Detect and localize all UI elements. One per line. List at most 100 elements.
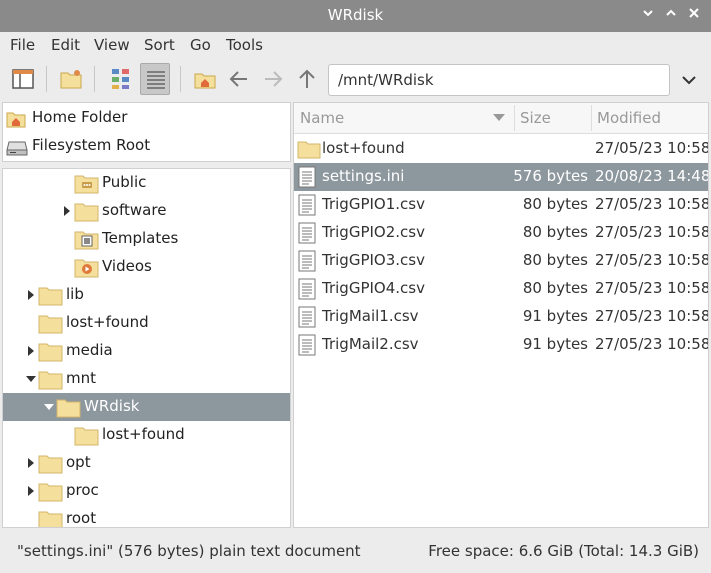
expander-collapsed-icon[interactable] [61,205,73,217]
tree-item[interactable]: Templates [3,225,290,253]
file-size: 80 bytes [522,223,588,241]
tree-item[interactable]: proc [3,477,290,505]
menu-tools[interactable]: Tools [226,36,263,54]
expander-collapsed-icon[interactable] [25,289,37,301]
expander-collapsed-icon[interactable] [25,345,37,357]
file-modified: 27/05/23 10:58 [595,195,709,213]
menu-file[interactable]: File [10,36,35,54]
tree-item[interactable]: lost+found [3,309,290,337]
home-icon [6,112,26,128]
column-modified-header[interactable]: Modified [597,109,661,127]
forward-button[interactable] [258,63,288,95]
icon-view-icon [112,69,129,89]
folder-icon [38,371,63,390]
place-filesystem-root[interactable]: Filesystem Root [3,132,290,160]
toolbar-separator [94,66,95,92]
file-modified: 27/05/23 10:58 [595,279,709,297]
up-button[interactable] [292,63,322,95]
file-row[interactable]: TrigGPIO4.csv 80 bytes 27/05/23 10:58 [294,275,708,303]
expander-expanded-icon[interactable] [25,373,37,385]
new-tab-button[interactable] [56,63,86,95]
arrow-up-icon [299,69,315,88]
tree-item[interactable]: root [3,505,290,527]
file-modified: 27/05/23 10:58 [595,335,709,353]
place-home-folder[interactable]: Home Folder [3,104,290,132]
folder-icon [38,483,63,502]
close-button[interactable] [683,4,705,26]
tree-item-label: Templates [102,229,179,247]
file-modified: 27/05/23 10:58 [595,223,709,241]
arrow-right-icon [265,71,283,87]
text-file-icon [298,334,316,356]
tree-item[interactable]: mnt [3,365,290,393]
folder-icon [38,511,63,527]
menu-edit[interactable]: Edit [51,36,80,54]
tree-item[interactable]: Videos [3,253,290,281]
file-row[interactable]: TrigGPIO2.csv 80 bytes 27/05/23 10:58 [294,219,708,247]
file-name: lost+found [322,139,405,157]
minimize-button[interactable] [637,4,659,26]
file-row[interactable]: TrigGPIO3.csv 80 bytes 27/05/23 10:58 [294,247,708,275]
path-history-button[interactable] [678,66,700,94]
file-size: 80 bytes [522,195,588,213]
list-view-icon [147,71,165,89]
drive-icon [6,141,28,156]
back-button[interactable] [224,63,254,95]
file-name: TrigMail1.csv [322,307,419,325]
expander-collapsed-icon[interactable] [25,485,37,497]
tree-item[interactable]: lib [3,281,290,309]
text-file-icon [298,278,316,300]
tree-item[interactable]: lost+found [3,421,290,449]
expander-expanded-icon[interactable] [43,401,55,413]
tree-item[interactable]: opt [3,449,290,477]
file-modified: 27/05/23 10:58 [595,139,709,157]
column-name-header[interactable]: Name [300,109,344,127]
file-row[interactable]: lost+found 27/05/23 10:58 [294,135,708,163]
file-name: TrigMail2.csv [322,335,419,353]
toolbar-separator [180,66,181,92]
window-title: WRdisk [327,6,384,24]
column-separator[interactable] [591,105,592,131]
folder-icon [38,315,63,334]
new-window-button[interactable] [8,63,38,95]
expander-collapsed-icon[interactable] [25,457,37,469]
status-bar: "settings.ini" (576 bytes) plain text do… [0,534,711,568]
place-label: Filesystem Root [32,136,151,154]
file-row[interactable]: TrigMail1.csv 91 bytes 27/05/23 10:58 [294,303,708,331]
list-view-button[interactable] [140,63,170,95]
menu-view[interactable]: View [94,36,130,54]
text-file-icon [298,166,316,188]
maximize-button[interactable] [660,4,682,26]
folder-icon [74,427,99,446]
file-row[interactable]: TrigGPIO1.csv 80 bytes 27/05/23 10:58 [294,191,708,219]
text-file-icon [298,306,316,328]
tree-item-label: software [102,201,167,219]
path-input[interactable]: /mnt/WRdisk [328,64,670,96]
file-modified: 27/05/23 10:58 [595,307,709,325]
file-name: TrigGPIO3.csv [322,251,425,269]
tree-item[interactable]: WRdisk [3,393,290,421]
tree-item-label: root [66,509,97,527]
chevron-down-icon [682,76,696,85]
file-size: 576 bytes [513,167,588,185]
menu-go[interactable]: Go [190,36,211,54]
tree-item[interactable]: software [3,197,290,225]
file-modified: 27/05/23 10:58 [595,251,709,269]
home-icon [194,73,216,89]
column-size-header[interactable]: Size [520,109,551,127]
menu-sort[interactable]: Sort [144,36,175,54]
tree-item-label: lost+found [66,313,149,331]
status-free-space: Free space: 6.6 GiB (Total: 14.3 GiB) [428,542,699,560]
file-row[interactable]: settings.ini 576 bytes 20/08/23 14:48 [294,163,708,191]
icon-view-button[interactable] [106,63,136,95]
tree-item[interactable]: Public [3,169,290,197]
folder-icon [74,203,99,222]
file-size: 80 bytes [522,251,588,269]
home-button[interactable] [190,63,220,95]
tree-item[interactable]: media [3,337,290,365]
file-size: 91 bytes [522,335,588,353]
file-modified: 20/08/23 14:48 [595,167,709,185]
file-row[interactable]: TrigMail2.csv 91 bytes 27/05/23 10:58 [294,331,708,359]
column-separator[interactable] [514,105,515,131]
file-size: 91 bytes [522,307,588,325]
